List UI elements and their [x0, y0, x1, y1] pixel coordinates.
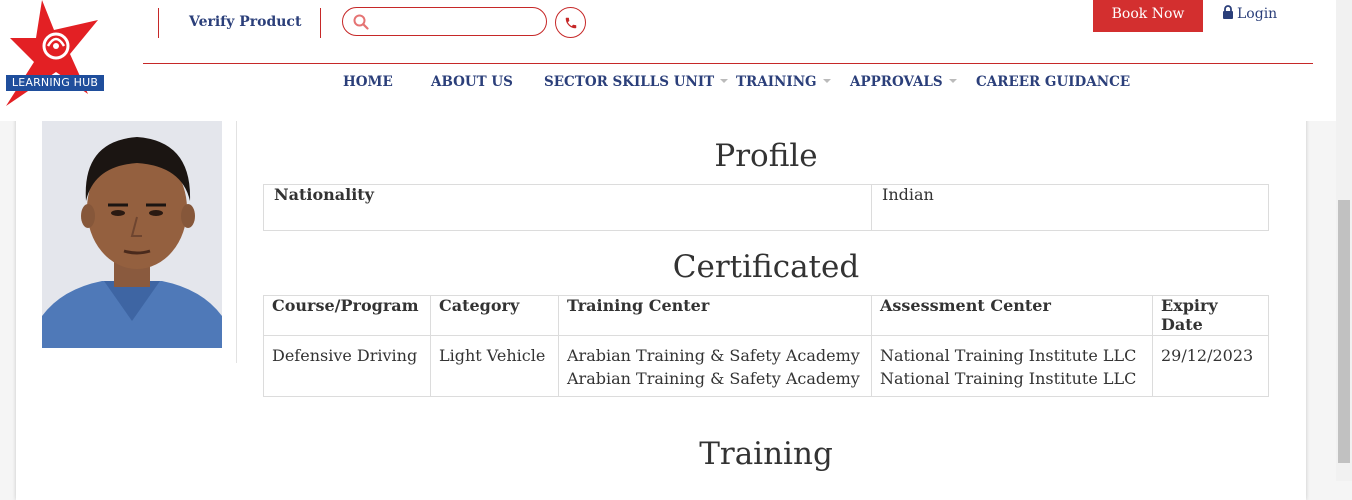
chevron-down-icon — [720, 79, 729, 83]
phone-button[interactable] — [555, 7, 586, 38]
site-header: LEARNING HUB Verify Product Book Now Log… — [0, 0, 1336, 121]
nav-label: SECTOR SKILLS UNIT — [544, 74, 715, 90]
table-row: Nationality Indian — [263, 184, 1269, 231]
certificated-heading: Certificated — [672, 249, 860, 285]
nav-label: ABOUT US — [431, 74, 513, 90]
training-center-line: Arabian Training & Safety Academy — [567, 346, 860, 365]
nav-label: CAREER GUIDANCE — [976, 74, 1131, 90]
search-icon[interactable] — [353, 14, 369, 30]
column-header: Category — [430, 295, 559, 336]
search-box[interactable] — [342, 7, 547, 36]
chevron-down-icon — [948, 79, 957, 83]
header-divider — [320, 8, 321, 38]
column-divider — [236, 121, 237, 363]
nav-label: TRAINING — [736, 74, 817, 90]
phone-icon — [565, 17, 577, 29]
table-row: Defensive Driving Light Vehicle Arabian … — [263, 335, 1269, 397]
training-center-cell: Arabian Training & Safety Academy Arabia… — [558, 335, 872, 397]
login-label: Login — [1237, 6, 1278, 22]
book-now-button[interactable]: Book Now — [1093, 0, 1203, 32]
training-center-line: Arabian Training & Safety Academy — [567, 369, 860, 388]
search-input[interactable] — [375, 12, 539, 33]
login-link[interactable]: Login — [1222, 5, 1277, 22]
person-photo — [42, 121, 222, 348]
column-header: Expiry Date — [1152, 295, 1269, 336]
course-cell: Defensive Driving — [263, 335, 431, 397]
column-header: Assessment Center — [871, 295, 1153, 336]
assessment-center-cell: National Training Institute LLC National… — [871, 335, 1153, 397]
category-cell: Light Vehicle — [430, 335, 559, 397]
nav-label: HOME — [343, 74, 393, 90]
nav-item-career-guidance[interactable]: CAREER GUIDANCE — [976, 74, 1130, 90]
column-header: Course/Program — [263, 295, 431, 336]
header-separator — [143, 63, 1313, 64]
certificates-table: Course/Program Category Training Center … — [263, 295, 1269, 397]
nav-item-training[interactable]: TRAINING — [736, 74, 831, 90]
profile-photo — [42, 121, 222, 348]
nav-item-sector-skills-unit[interactable]: SECTOR SKILLS UNIT — [544, 74, 729, 90]
nav-item-about-us[interactable]: ABOUT US — [431, 74, 513, 90]
column-header: Training Center — [558, 295, 872, 336]
nav-item-home[interactable]: HOME — [343, 74, 393, 90]
nav-label: APPROVALS — [850, 74, 943, 90]
assessment-center-line: National Training Institute LLC — [880, 346, 1137, 365]
expiry-date-cell: 29/12/2023 — [1152, 335, 1269, 397]
training-heading: Training — [699, 436, 833, 472]
profile-heading: Profile — [714, 138, 818, 174]
lock-icon — [1223, 5, 1233, 19]
chevron-down-icon — [822, 79, 831, 83]
nationality-value: Indian — [871, 184, 1269, 231]
header-divider — [158, 8, 159, 38]
verify-product-link[interactable]: Verify Product — [189, 14, 301, 30]
main-nav: HOME ABOUT US SECTOR SKILLS UNIT TRAININ… — [0, 74, 1336, 94]
nav-item-approvals[interactable]: APPROVALS — [850, 74, 957, 90]
nationality-label: Nationality — [263, 184, 872, 231]
table-header-row: Course/Program Category Training Center … — [263, 295, 1269, 336]
scrollbar-thumb[interactable] — [1338, 200, 1350, 463]
assessment-center-line: National Training Institute LLC — [880, 369, 1137, 388]
profile-table: Nationality Indian — [263, 184, 1269, 231]
